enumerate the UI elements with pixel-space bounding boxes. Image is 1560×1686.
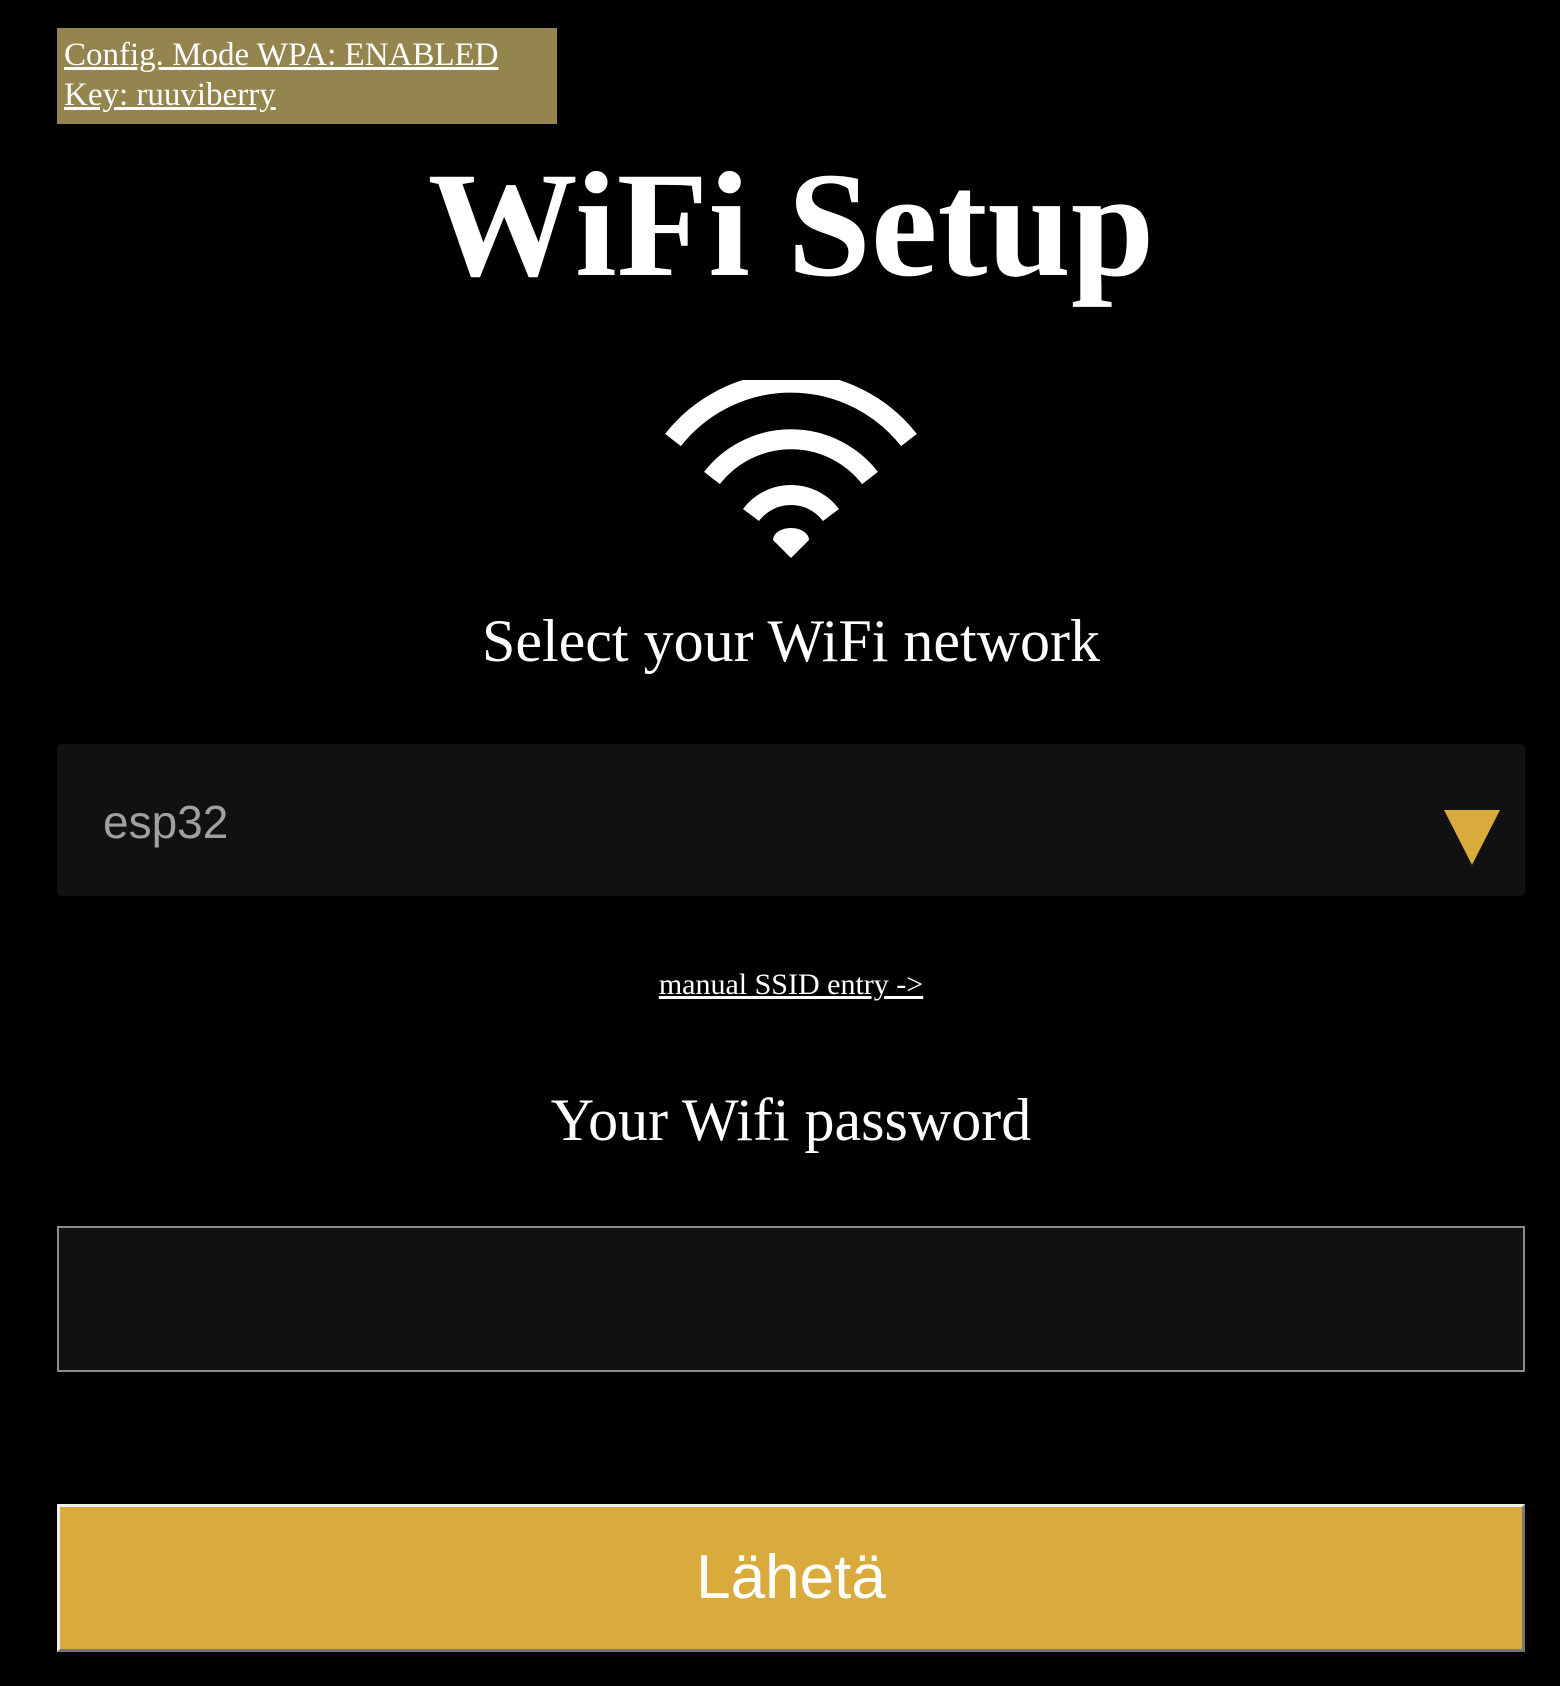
config-mode-banner: Config. Mode WPA: ENABLED Key: ruuviberr…: [57, 28, 557, 124]
config-key-link[interactable]: Key: ruuviberry: [64, 75, 550, 115]
submit-button[interactable]: Lähetä: [57, 1504, 1525, 1652]
password-input[interactable]: [57, 1226, 1525, 1372]
select-network-label: Select your WiFi network: [481, 608, 1101, 674]
triangle-down-icon[interactable]: [1444, 810, 1500, 865]
password-label: Your Wifi password: [550, 1087, 1032, 1153]
manual-ssid-entry-link[interactable]: manual SSID entry ->: [659, 968, 923, 1001]
page-title: WiFi Setup: [427, 142, 1155, 308]
network-select-value: esp32: [103, 796, 229, 848]
config-mode-link[interactable]: Config. Mode WPA: ENABLED: [64, 35, 550, 75]
manual-ssid-entry: manual SSID entry ->: [0, 965, 1560, 1005]
wifi-icon: [665, 380, 917, 558]
network-select[interactable]: esp32: [57, 744, 1525, 896]
